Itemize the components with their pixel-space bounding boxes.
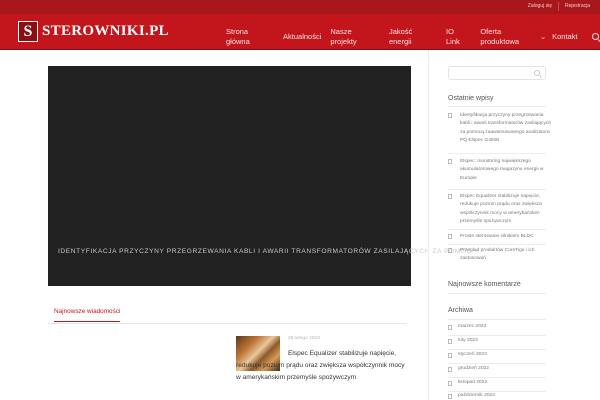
recent-post-item[interactable]: Proste sterowanie silnikiem BLDC	[448, 233, 552, 241]
divider	[448, 189, 546, 190]
document-icon	[448, 194, 452, 199]
recent-comments-heading: Najnowsze komentarze	[448, 281, 521, 288]
archive-item[interactable]: listopad 2022	[448, 378, 546, 391]
logo-mark: S	[18, 21, 38, 42]
news-title[interactable]: Elspec Equalizer stabilizuje napięcie, r…	[236, 348, 406, 384]
divider	[448, 319, 546, 320]
nav-item-projects[interactable]: Nasze projekty	[330, 27, 377, 47]
site-header: S STEROWNIKI.PL Strona główna Aktualnośc…	[0, 14, 600, 50]
news-tabs: Najnowsze wiadomości	[48, 306, 406, 324]
archive-item[interactable]: styczeń 2023	[448, 350, 546, 363]
document-icon	[448, 113, 452, 118]
archive-item[interactable]: luty 2023	[448, 336, 546, 349]
recent-post-item[interactable]: Przegląd produktów CoreTigo i ich zastos…	[448, 247, 552, 264]
login-link[interactable]: Zaloguj się	[522, 2, 552, 11]
nav-item-io-link[interactable]: IO Link	[446, 27, 468, 47]
document-icon	[448, 353, 452, 358]
sidebar-divider	[428, 50, 429, 400]
archive-item[interactable]: grudzień 2022	[448, 364, 546, 377]
search-icon[interactable]	[591, 32, 600, 42]
nav-item-news[interactable]: Aktualności	[283, 32, 321, 42]
hero-slider[interactable]: Identyfikacja przyczyny przegrzewania ka…	[48, 66, 471, 286]
divider	[448, 153, 546, 154]
tab-latest-news[interactable]: Najnowsze wiadomości	[54, 308, 121, 322]
document-icon	[448, 381, 452, 386]
nav-item-products[interactable]: Oferta produktowa	[480, 27, 538, 47]
register-link[interactable]: Rejestracja	[557, 2, 590, 11]
document-icon	[448, 325, 452, 330]
nav-item-home[interactable]: Strona główna	[226, 27, 271, 47]
recent-post-item[interactable]: Elspec: monitoring największego akumulat…	[448, 158, 552, 183]
archive-item[interactable]: październik 2022	[448, 391, 546, 400]
news-date: 28 lutego 2023	[288, 336, 320, 341]
nav-item-power-quality[interactable]: Jakość energii	[389, 27, 434, 47]
top-bar: Zaloguj się Rejestracja	[0, 0, 600, 14]
recent-post-item[interactable]: Identyfikacja przyczyny przegrzewania ka…	[448, 112, 552, 146]
account-links: Zaloguj się Rejestracja	[522, 2, 590, 11]
chevron-down-icon[interactable]: ⌄	[540, 33, 546, 41]
document-icon	[448, 339, 452, 344]
divider	[448, 293, 546, 294]
recent-posts-heading: Ostatnie wpisy	[448, 95, 494, 102]
document-icon	[448, 248, 452, 253]
sidebar-search-input[interactable]	[448, 66, 546, 80]
document-icon	[448, 159, 452, 164]
site-logo[interactable]: S STEROWNIKI.PL	[18, 21, 169, 42]
nav-item-contact[interactable]: Kontakt	[552, 32, 577, 42]
divider	[448, 106, 546, 107]
document-icon	[448, 394, 452, 399]
main-nav: Strona główna Aktualności Nasze projekty…	[226, 27, 600, 47]
logo-text: STEROWNIKI.PL	[42, 23, 169, 39]
document-icon	[448, 367, 452, 372]
archives-heading: Archiwa	[448, 307, 473, 314]
document-icon	[448, 234, 452, 239]
archive-item[interactable]: marzec 2023	[448, 322, 546, 335]
slider-caption[interactable]: Identyfikacja przyczyny przegrzewania ka…	[58, 248, 472, 255]
recent-post-item[interactable]: Elspec Equalizer stabilizuje napięcie, r…	[448, 193, 552, 227]
divider	[448, 229, 546, 230]
divider	[448, 244, 546, 245]
